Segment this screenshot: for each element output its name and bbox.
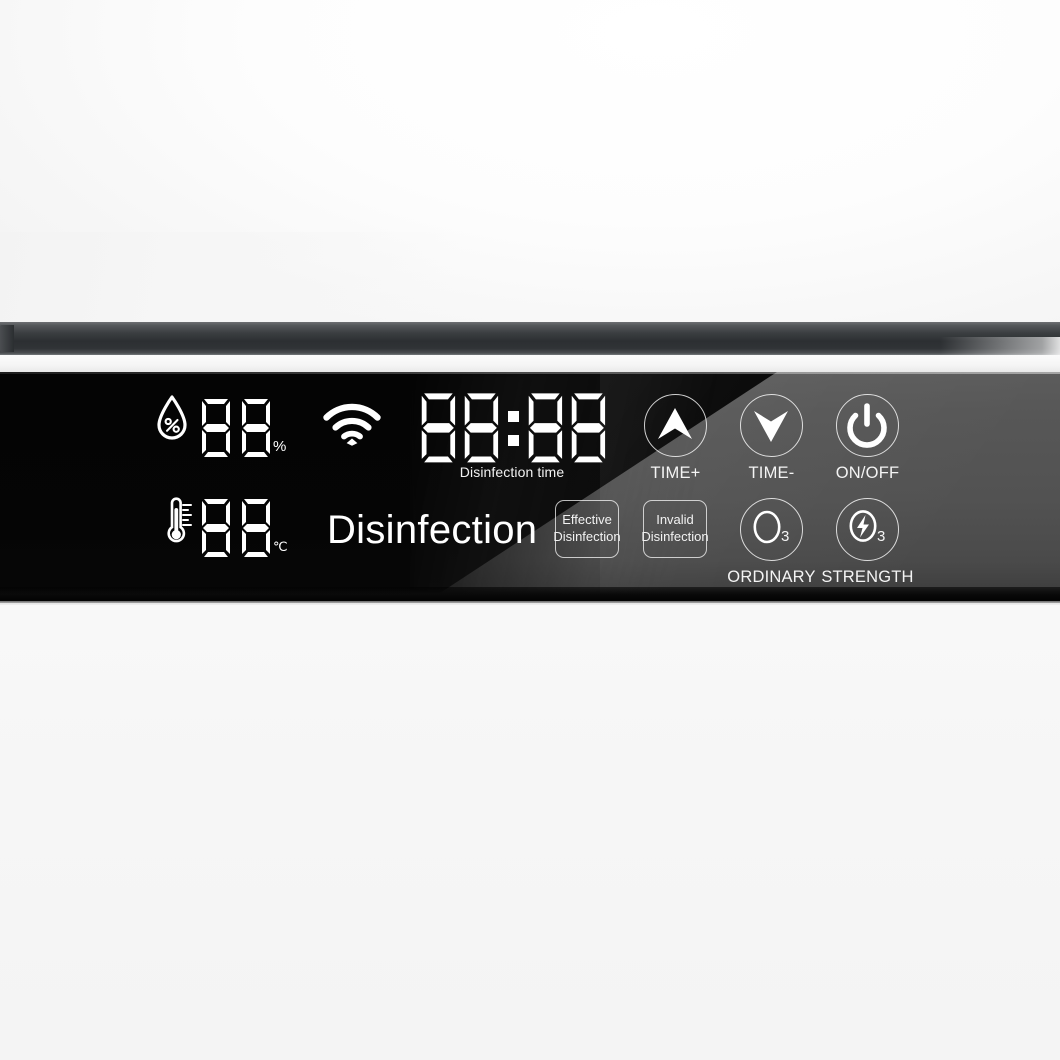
humidity-value-display <box>198 397 276 464</box>
ozone-o3-icon: 3 <box>753 510 789 545</box>
ordinary-ozone-button[interactable]: 3 <box>740 498 803 561</box>
time-plus-button[interactable] <box>644 394 707 457</box>
invalid-disinfection-button[interactable]: Invalid Disinfection <box>641 500 709 558</box>
upper-body-shading <box>0 232 470 322</box>
disinfection-mode-label: Disinfection <box>327 508 538 552</box>
wifi-icon <box>322 402 382 451</box>
svg-text:3: 3 <box>781 528 789 545</box>
trim-left-cap <box>0 325 14 352</box>
appliance-lower-body <box>0 605 1060 1060</box>
appliance-upper-body <box>0 0 1060 322</box>
effective-disinfection-button[interactable]: Effective Disinfection <box>553 500 621 558</box>
strength-ozone-button[interactable]: 3 <box>836 498 899 561</box>
ozone-lightning-o3-icon: 3 <box>849 510 885 545</box>
disinfection-time-label: Disinfection time <box>459 464 565 480</box>
disinfection-timer-display <box>417 391 607 470</box>
effective-disinfection-line1: Effective <box>562 512 612 528</box>
chevron-down-icon <box>754 411 788 442</box>
strength-label: STRENGTH <box>821 568 914 586</box>
on-off-label: ON/OFF <box>835 464 900 482</box>
temperature-value-display <box>198 497 276 564</box>
humidity-droplet-icon <box>156 395 188 446</box>
chevron-up-icon <box>658 408 692 439</box>
time-minus-button[interactable] <box>740 394 803 457</box>
svg-text:3: 3 <box>877 528 885 545</box>
invalid-disinfection-line1: Invalid <box>656 512 694 528</box>
panel-gap-strip <box>0 355 1060 372</box>
temperature-seven-segment <box>202 499 270 557</box>
effective-disinfection-line2: Disinfection <box>553 529 621 544</box>
control-panel[interactable]: % Disinfection time ℃ Disinfection Effec… <box>0 372 1060 603</box>
thermometer-icon <box>160 497 194 550</box>
temperature-unit-label: ℃ <box>273 539 288 554</box>
on-off-button[interactable] <box>836 394 899 457</box>
invalid-disinfection-line2: Disinfection <box>641 529 709 544</box>
door-trim-bar <box>0 322 1060 355</box>
humidity-unit-label: % <box>273 438 287 455</box>
power-icon <box>847 403 887 448</box>
humidity-seven-segment <box>202 399 270 457</box>
timer-seven-segment <box>421 393 606 463</box>
appliance-scene: % Disinfection time ℃ Disinfection Effec… <box>0 0 1060 1060</box>
